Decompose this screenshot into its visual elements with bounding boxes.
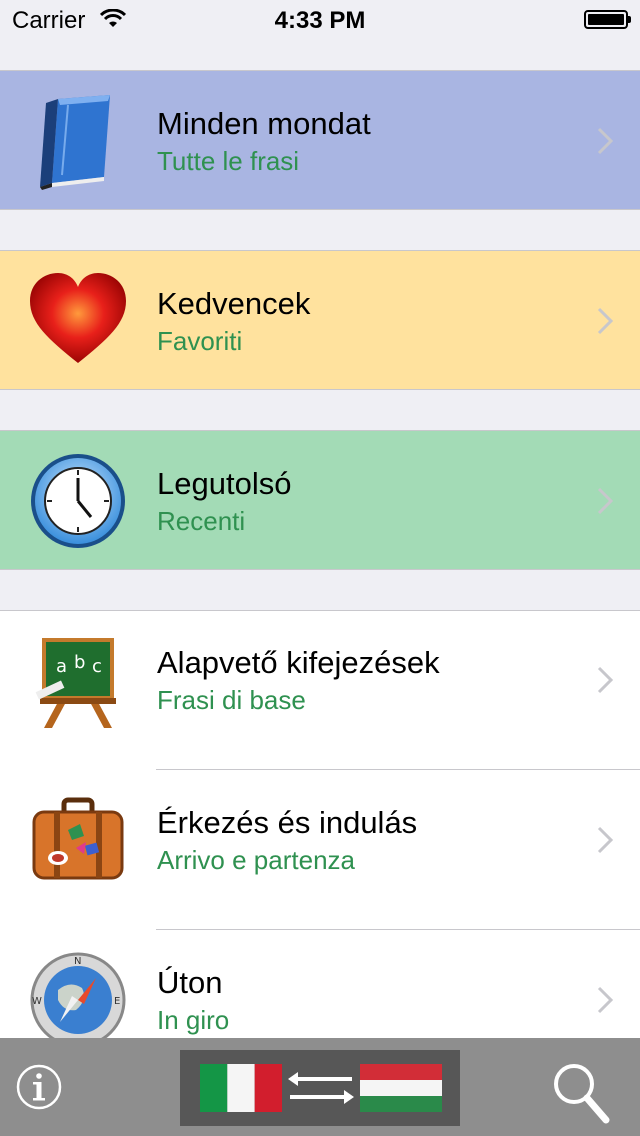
search-icon[interactable]: [552, 1062, 610, 1124]
svg-text:c: c: [92, 656, 102, 677]
compass-icon: N E W: [30, 952, 126, 1048]
info-icon[interactable]: [16, 1064, 62, 1110]
row-all-phrases[interactable]: Minden mondat Tutte le frasi: [0, 70, 640, 210]
book-icon: [40, 95, 110, 190]
row-basic-expressions[interactable]: a b c Alapvető kifejezések Frasi di base: [0, 610, 640, 750]
chalkboard-icon: a b c: [35, 638, 116, 728]
chevron-right-icon: [597, 127, 614, 155]
chevron-right-icon: [597, 487, 614, 515]
svg-text:b: b: [74, 652, 85, 673]
status-bar: Carrier 4:33 PM: [0, 0, 640, 40]
row-title: Úton: [157, 965, 223, 1000]
chevron-right-icon: [597, 986, 614, 1014]
heart-icon: [30, 273, 126, 363]
row-subtitle: Tutte le frasi: [157, 146, 300, 176]
row-title: Legutolsó: [157, 466, 292, 501]
suitcase-icon: [32, 797, 124, 880]
row-title: Alapvető kifejezések: [157, 645, 440, 680]
chevron-right-icon: [597, 826, 614, 854]
bottom-toolbar: [0, 1038, 640, 1136]
language-switch-button[interactable]: [180, 1050, 460, 1126]
swap-arrows-icon: [288, 1072, 354, 1104]
chevron-right-icon: [597, 666, 614, 694]
row-subtitle: Frasi di base: [157, 685, 306, 715]
svg-text:W: W: [32, 996, 42, 1007]
hungary-flag-icon: [360, 1064, 442, 1112]
chevron-right-icon: [597, 307, 614, 335]
row-favorites[interactable]: Kedvencek Favoriti: [0, 250, 640, 390]
row-subtitle: Recenti: [157, 506, 246, 536]
row-recent[interactable]: Legutolsó Recenti: [0, 430, 640, 570]
row-subtitle: Favoriti: [157, 326, 243, 356]
row-subtitle: Arrivo e partenza: [157, 845, 355, 875]
battery-icon: [584, 10, 631, 29]
status-time: 4:33 PM: [274, 7, 366, 34]
row-title: Minden mondat: [157, 106, 371, 141]
row-title: Kedvencek: [157, 286, 311, 321]
row-arrival-departure[interactable]: Érkezés és indulás Arrivo e partenza: [0, 770, 640, 910]
svg-text:E: E: [114, 996, 120, 1007]
svg-text:a: a: [56, 656, 67, 677]
row-title: Érkezés és indulás: [157, 805, 418, 840]
row-subtitle: In giro: [157, 1005, 230, 1035]
italy-flag-icon: [200, 1064, 282, 1112]
svg-text:N: N: [74, 956, 81, 967]
clock-icon: [31, 454, 125, 548]
